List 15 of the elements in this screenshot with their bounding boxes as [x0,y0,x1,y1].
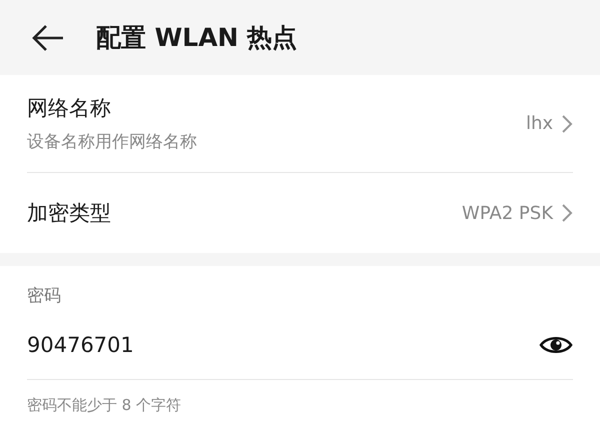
eye-icon[interactable] [539,334,573,356]
field-hint: 密码不能少于 8 个字符 [27,396,182,415]
password-field[interactable]: 90476701 [27,333,539,357]
setting-subtitle: 设备名称用作网络名称 [27,131,198,153]
setting-title: 网络名称 [27,95,112,122]
setting-value: WPA2 PSK [462,202,553,224]
setting-title: 加密类型 [27,200,112,227]
setting-value: lhx [526,113,553,134]
back-icon[interactable] [30,22,66,52]
chevron-icon [561,114,573,134]
settings-row[interactable]: 加密类型 WPA2 PSK [27,173,573,253]
field-label: 密码 [27,285,61,308]
settings-row[interactable]: 网络名称 设备名称用作网络名称 lhx [27,75,573,172]
chevron-icon [561,203,573,223]
page-title: 配置 WLAN 热点 [96,22,298,54]
